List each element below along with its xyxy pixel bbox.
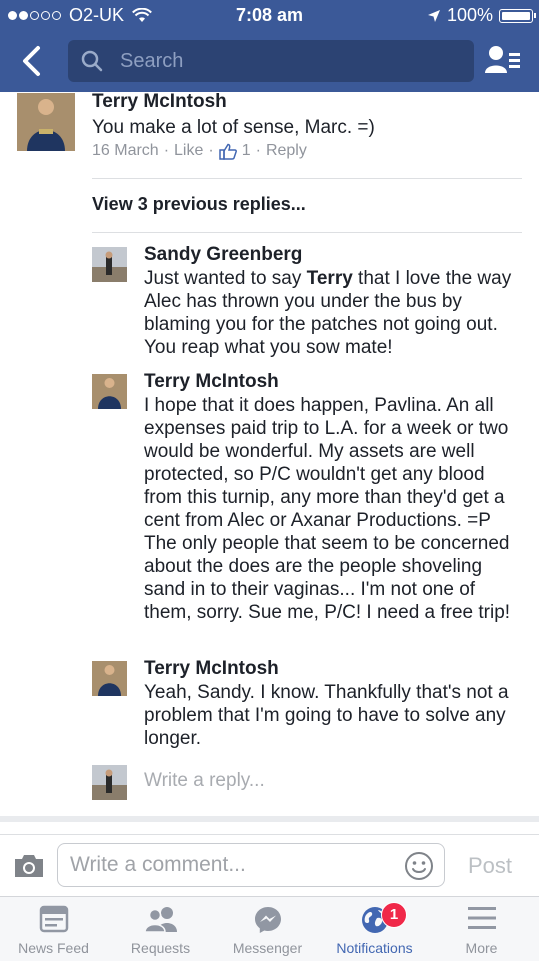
messenger-icon <box>254 907 281 933</box>
tab-bar: News Feed Requests Messenger 1 Notificat… <box>0 896 539 961</box>
comment-input[interactable]: Write a comment... <box>57 843 445 887</box>
view-previous-replies-link[interactable]: View 3 previous replies... <box>92 194 306 215</box>
news-feed-icon <box>39 905 68 933</box>
avatar[interactable] <box>17 93 75 151</box>
tab-label: Notifications <box>336 940 413 956</box>
emoji-icon[interactable] <box>404 851 434 881</box>
tab-label: More <box>465 940 498 956</box>
reply-author[interactable]: Sandy Greenberg <box>144 244 302 266</box>
reply-link[interactable]: Reply <box>266 142 307 160</box>
avatar[interactable] <box>92 247 127 282</box>
reply-author[interactable]: Terry McIntosh <box>144 371 279 393</box>
battery-percent: 100% <box>446 5 493 25</box>
thumbs-up-icon <box>218 143 237 160</box>
avatar <box>92 765 127 800</box>
reply-text: I hope that it does happen, Pavlina. An … <box>144 395 511 623</box>
friends-list-icon[interactable] <box>484 44 522 76</box>
write-reply-input[interactable]: Write a reply... <box>144 770 265 792</box>
tab-notifications[interactable]: 1 Notifications <box>321 897 428 961</box>
reply-author[interactable]: Terry McIntosh <box>144 658 279 680</box>
like-link[interactable]: Like <box>174 142 203 160</box>
comment-text: You make a lot of sense, Marc. =) <box>92 117 375 138</box>
tab-label: Messenger <box>232 940 303 956</box>
search-input[interactable] <box>120 40 460 82</box>
comment-meta: 16 March · Like · 1 · Reply <box>92 142 307 160</box>
avatar[interactable] <box>92 661 127 696</box>
avatar-photo <box>17 93 75 151</box>
avatar-photo <box>92 765 127 800</box>
app-header: O2-UK 7:08 am 100% <box>0 0 539 92</box>
post-button[interactable]: Post <box>468 853 512 879</box>
back-arrow-icon[interactable] <box>16 44 50 78</box>
tab-messenger[interactable]: Messenger <box>214 897 321 961</box>
comment-placeholder: Write a comment... <box>70 853 246 876</box>
menu-icon <box>467 907 496 929</box>
divider <box>0 816 539 822</box>
tab-label: News Feed <box>18 940 89 956</box>
notification-badge: 1 <box>381 902 407 928</box>
camera-icon[interactable] <box>13 853 45 879</box>
mentioned-name: Terry <box>306 268 353 289</box>
avatar-photo <box>92 374 127 409</box>
search-bar[interactable] <box>68 40 474 82</box>
search-icon <box>81 50 103 72</box>
battery-icon <box>499 8 536 23</box>
tab-more[interactable]: More <box>428 897 535 961</box>
reply-text: Just wanted to say Terry that I love the… <box>144 268 512 358</box>
divider <box>92 232 522 233</box>
like-count: 1 <box>241 142 251 159</box>
tab-label: Requests <box>130 940 191 956</box>
status-bar: O2-UK 7:08 am 100% <box>0 0 539 30</box>
avatar-photo <box>92 661 127 696</box>
comment-date: 16 March <box>92 142 159 159</box>
location-arrow-icon <box>427 9 440 22</box>
comment-author[interactable]: Terry McIntosh <box>92 91 227 113</box>
reply-text: Yeah, Sandy. I know. Thankfully that's n… <box>144 682 509 749</box>
avatar[interactable] <box>92 374 127 409</box>
avatar-photo <box>92 247 127 282</box>
comment-composer: Write a comment... Post <box>0 834 539 897</box>
friend-requests-icon <box>143 907 177 933</box>
tab-news-feed[interactable]: News Feed <box>0 897 107 961</box>
tab-requests[interactable]: Requests <box>107 897 214 961</box>
divider <box>92 178 522 179</box>
